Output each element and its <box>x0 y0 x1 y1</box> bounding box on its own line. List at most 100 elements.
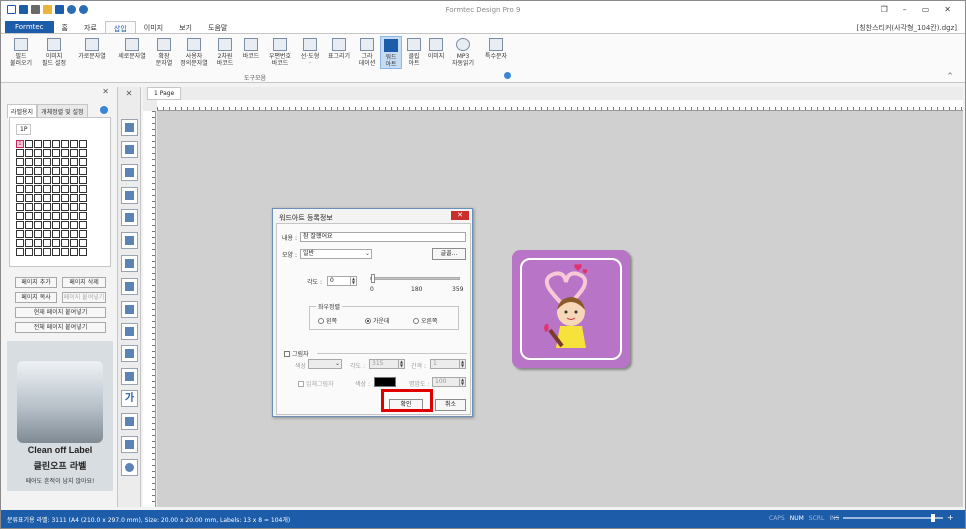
image-field-tool-button[interactable] <box>121 141 138 158</box>
label-cell[interactable] <box>70 248 78 256</box>
label-cell[interactable] <box>16 149 24 157</box>
special-char-button[interactable]: 특수문자 <box>482 38 510 60</box>
label-cell[interactable] <box>79 158 87 166</box>
label-cell[interactable] <box>70 221 78 229</box>
postal-barcode-tool-button[interactable] <box>121 301 138 318</box>
panel-settings-icon[interactable] <box>100 106 108 114</box>
clipart-tool-button[interactable] <box>121 413 138 430</box>
label-cell[interactable] <box>61 221 69 229</box>
label-cell[interactable] <box>34 221 42 229</box>
zoom-slider[interactable] <box>843 514 943 522</box>
stepper-icon[interactable]: ▲ ▼ <box>398 360 404 368</box>
label-cell[interactable] <box>70 239 78 247</box>
paste-current-page-button[interactable]: 현재 페이지 붙여넣기 <box>15 307 106 318</box>
shape-button[interactable]: 선·도형 · <box>298 38 322 67</box>
label-cell[interactable] <box>52 221 60 229</box>
gradient-button[interactable]: 그라 데이션 <box>356 38 378 67</box>
qrcode-button[interactable]: 2차원 바코드 <box>213 38 237 67</box>
label-cell[interactable] <box>34 176 42 184</box>
angle-input[interactable]: 0 ▲ ▼ <box>327 276 357 286</box>
restore-icon[interactable]: ❐ <box>881 5 888 14</box>
label-cell[interactable] <box>16 194 24 202</box>
label-cell[interactable] <box>52 167 60 175</box>
label-cell[interactable] <box>34 239 42 247</box>
label-cell[interactable] <box>43 194 51 202</box>
label-cell[interactable] <box>25 149 33 157</box>
label-cell[interactable] <box>52 176 60 184</box>
label-cell[interactable] <box>16 239 24 247</box>
delete-page-button[interactable]: 페이지 삭제 <box>62 277 106 288</box>
page-tab[interactable]: 1 Page <box>147 87 182 100</box>
add-page-button[interactable]: 페이지 추가 <box>15 277 57 288</box>
label-cell[interactable] <box>61 176 69 184</box>
custom-text-button[interactable]: 사용자 정의문자열 <box>178 38 210 67</box>
label-cell[interactable] <box>79 203 87 211</box>
angle-slider[interactable] <box>370 274 460 283</box>
label-cell[interactable] <box>61 140 69 148</box>
label-cell[interactable] <box>34 149 42 157</box>
dialog-close-button[interactable]: ✕ <box>451 211 469 220</box>
label-cell[interactable] <box>79 140 87 148</box>
label-cell[interactable] <box>25 221 33 229</box>
label-cell[interactable] <box>25 239 33 247</box>
label-cell[interactable] <box>16 203 24 211</box>
label-cell[interactable] <box>43 149 51 157</box>
label-cell[interactable] <box>43 248 51 256</box>
label-cell[interactable] <box>25 203 33 211</box>
minimize-button[interactable]: – <box>903 5 907 14</box>
shadow-color-select[interactable]: ⌄ <box>308 359 342 369</box>
label-cell[interactable] <box>25 185 33 193</box>
table-tool-button[interactable] <box>121 345 138 362</box>
mp3-button[interactable]: MP3 자동읽기 <box>449 38 477 67</box>
label-cell[interactable] <box>61 167 69 175</box>
label-cell[interactable] <box>34 140 42 148</box>
horizontal-text-button[interactable]: 가로문자열 <box>73 38 111 60</box>
label-cell[interactable] <box>52 230 60 238</box>
label-cell[interactable] <box>43 230 51 238</box>
label-cell[interactable] <box>25 167 33 175</box>
extended-text-tool-button[interactable] <box>121 209 138 226</box>
qrcode-tool-button[interactable] <box>121 255 138 272</box>
label-cell[interactable] <box>70 203 78 211</box>
shadow-gap-input[interactable]: 1 ▲ ▼ <box>430 359 466 369</box>
content-input[interactable]: 참 잘했어요 <box>300 232 466 242</box>
close-icon[interactable]: ✕ <box>102 87 109 96</box>
label-cell[interactable] <box>52 194 60 202</box>
paste-all-pages-button[interactable]: 전체 페이지 붙여넣기 <box>15 322 106 333</box>
copy-page-button[interactable]: 페이지 복사 <box>15 292 57 303</box>
shape-tool-button[interactable] <box>121 323 138 340</box>
clipart-button[interactable]: 클립 아트 <box>404 38 424 67</box>
image-button[interactable]: 이미지 <box>426 38 446 60</box>
label-cell[interactable] <box>43 176 51 184</box>
label-cell[interactable] <box>70 167 78 175</box>
label-cell[interactable] <box>79 176 87 184</box>
label-cell[interactable] <box>52 158 60 166</box>
label-cell[interactable] <box>16 176 24 184</box>
label-cell[interactable] <box>70 140 78 148</box>
wordart-tool-button[interactable]: 가 <box>121 390 138 407</box>
label-cell[interactable] <box>79 221 87 229</box>
shadow3d-opacity-input[interactable]: 100 ▲ ▼ <box>432 377 466 387</box>
label-cell[interactable] <box>16 167 24 175</box>
label-cell[interactable] <box>79 239 87 247</box>
font-button[interactable]: 글꼴... <box>432 248 466 260</box>
close-icon[interactable]: ✕ <box>118 89 140 98</box>
sticker-preview[interactable] <box>512 250 630 368</box>
label-cell[interactable] <box>43 239 51 247</box>
label-cell[interactable] <box>70 176 78 184</box>
label-cell[interactable] <box>16 158 24 166</box>
stepper-icon[interactable]: ▲ ▼ <box>459 360 465 368</box>
label-cell[interactable] <box>79 212 87 220</box>
vertical-text-button[interactable]: 세로문자열 <box>114 38 150 60</box>
align-left-radio[interactable]: 왼쪽 <box>318 316 337 325</box>
label-cell[interactable] <box>61 185 69 193</box>
label-cell[interactable] <box>43 203 51 211</box>
label-cell[interactable] <box>61 212 69 220</box>
zoom-in-button[interactable]: + <box>947 513 954 522</box>
label-cell[interactable] <box>16 212 24 220</box>
label-cell[interactable] <box>25 194 33 202</box>
label-cell[interactable] <box>52 185 60 193</box>
label-cell[interactable] <box>61 203 69 211</box>
label-cell[interactable] <box>52 212 60 220</box>
label-cell[interactable] <box>25 248 33 256</box>
